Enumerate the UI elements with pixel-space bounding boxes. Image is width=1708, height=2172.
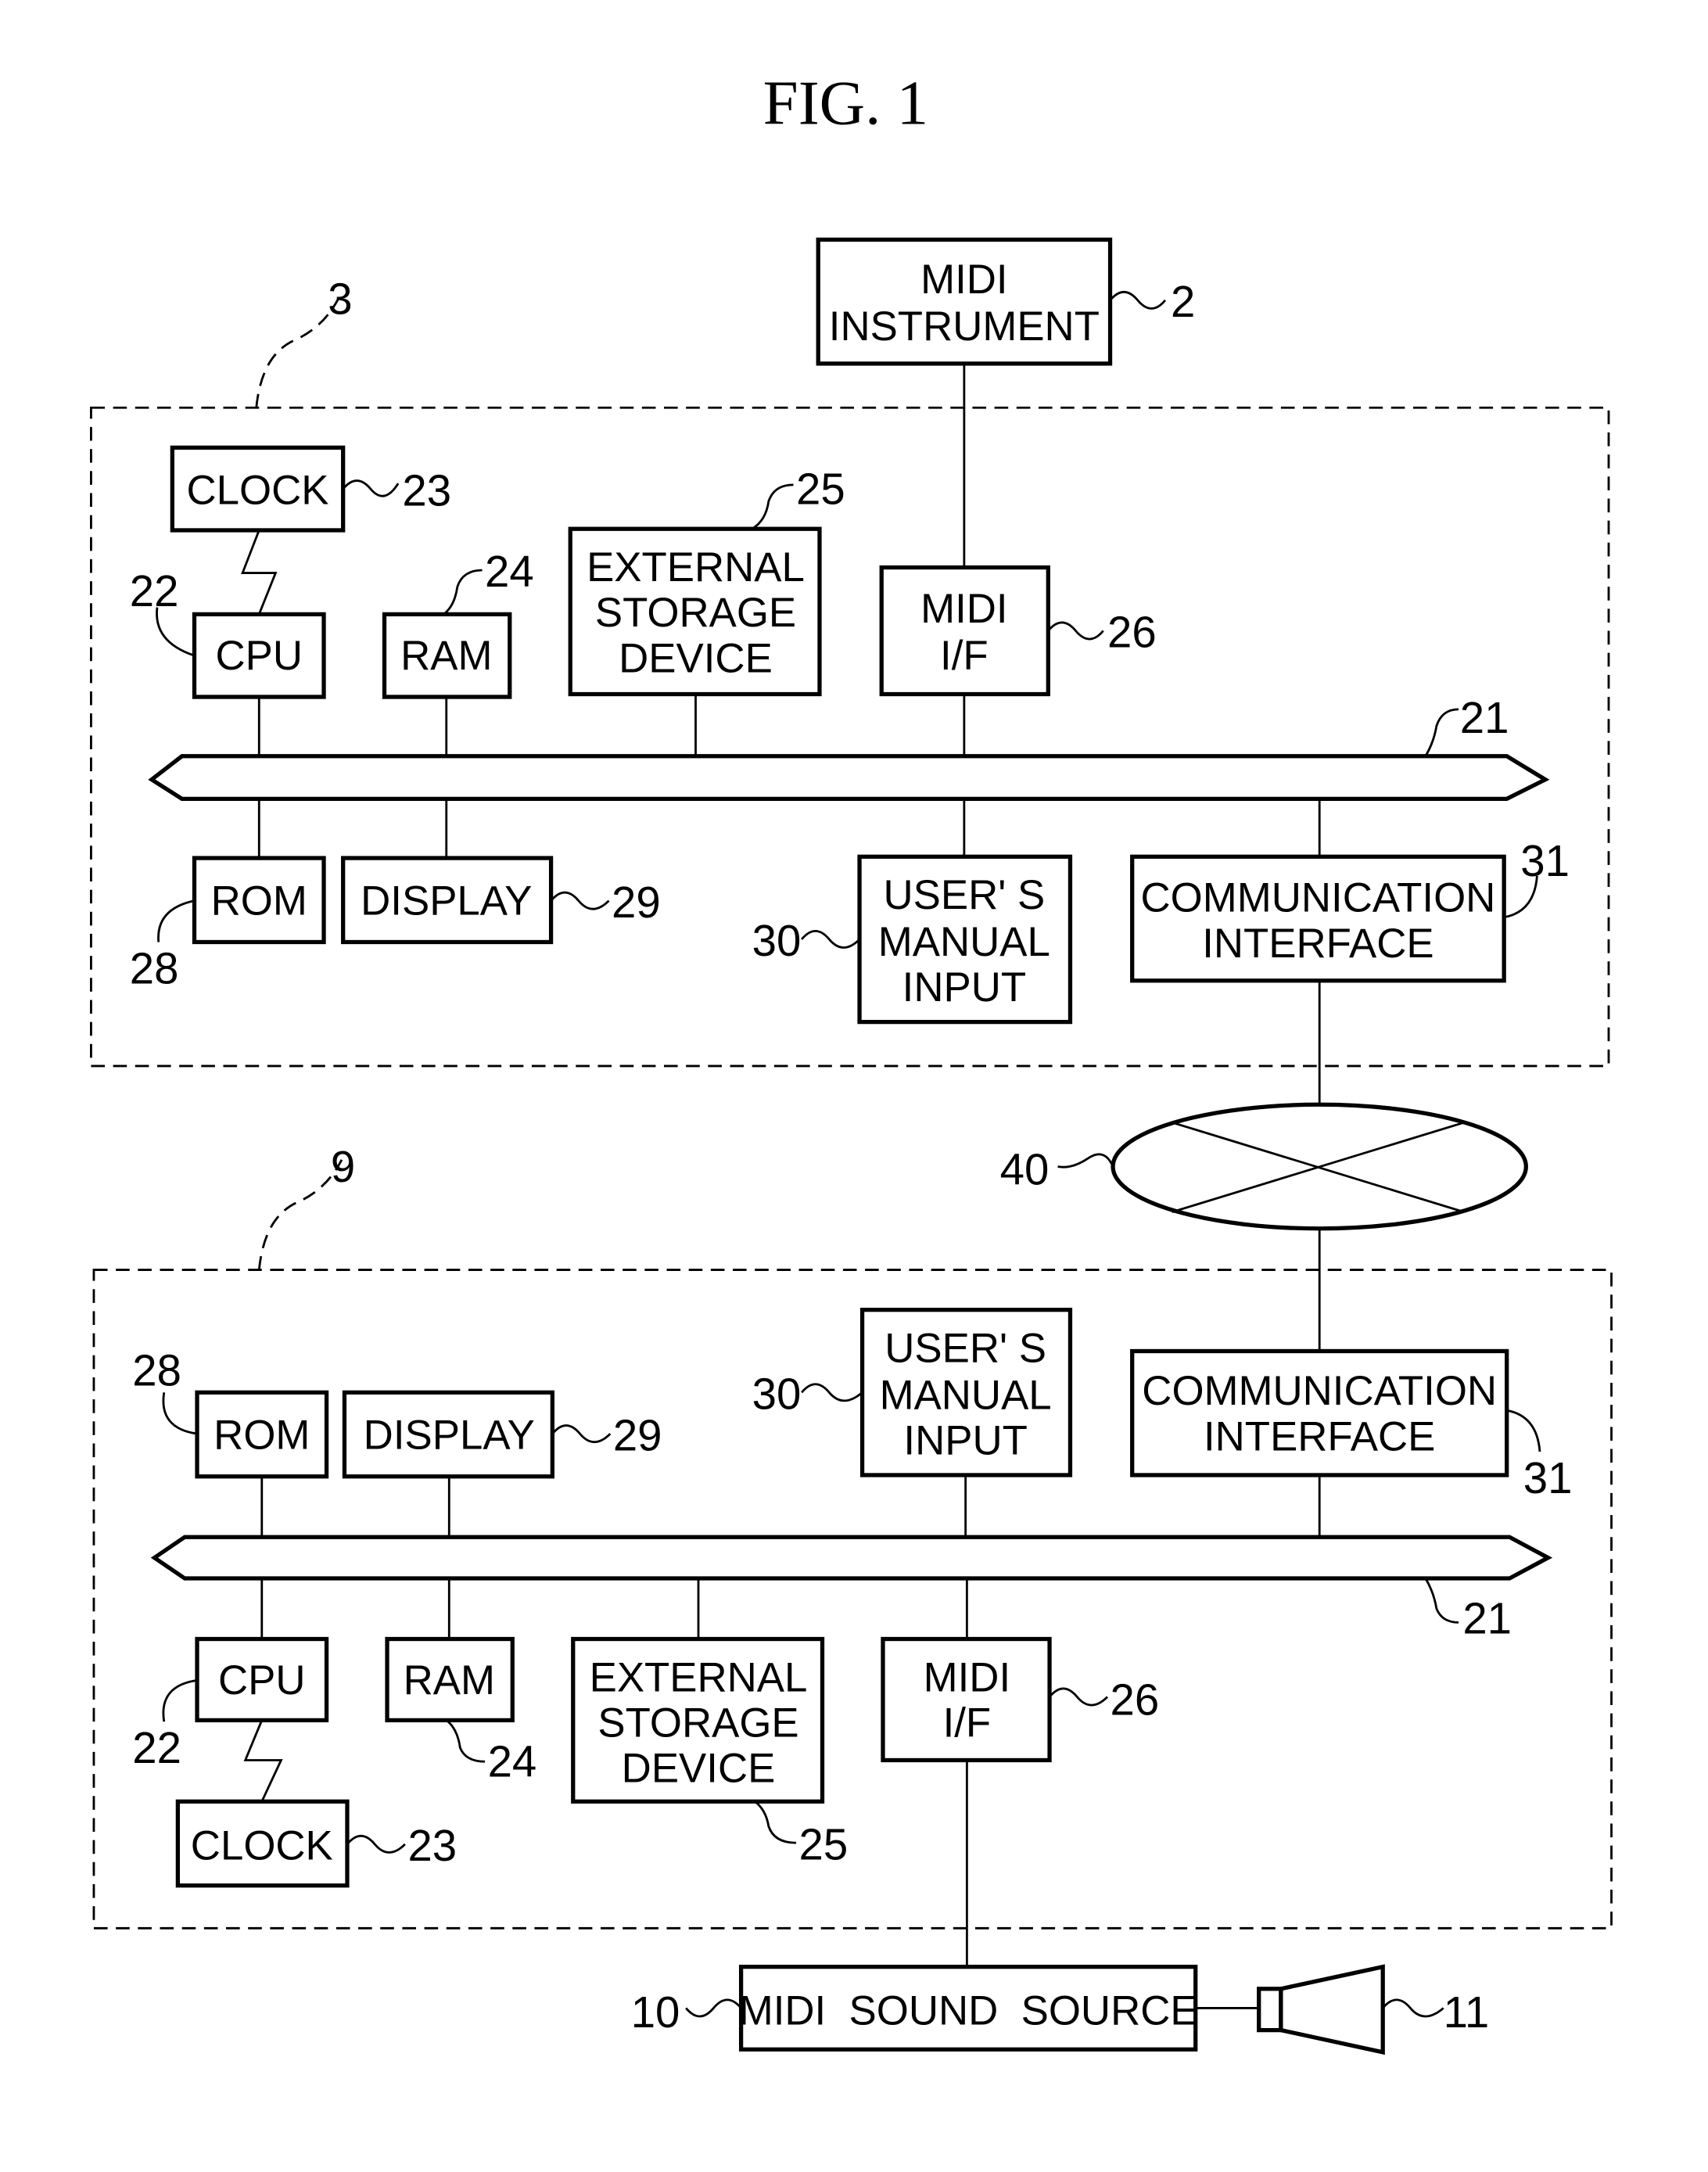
ref-11: 11 xyxy=(1444,1987,1490,2037)
ref-26: 26 xyxy=(1111,1675,1160,1724)
clock-label: CLOCK xyxy=(191,1822,333,1869)
comm-line-1: COMMUNICATION xyxy=(1141,875,1496,921)
rom-label: ROM xyxy=(211,878,307,924)
manual-input-line-3: INPUT xyxy=(902,964,1026,1011)
comm-line-1: COMMUNICATION xyxy=(1142,1368,1497,1414)
ref-2: 2 xyxy=(1171,277,1195,326)
ref-22: 22 xyxy=(130,566,179,616)
midi-if-line-1: MIDI xyxy=(920,586,1007,632)
ref-23: 23 xyxy=(407,1821,457,1870)
storage-line-3: DEVICE xyxy=(622,1746,776,1792)
ref-24: 24 xyxy=(488,1737,537,1786)
storage-line-2: STORAGE xyxy=(595,590,796,636)
device-9: 9 ROM 28 DISPLAY 29 USER' S MANUAL INPUT… xyxy=(92,1142,1613,1967)
comm-line-2: INTERFACE xyxy=(1202,921,1434,967)
midi-instrument-line-2: INSTRUMENT xyxy=(829,303,1100,350)
storage-line-1: EXTERNAL xyxy=(590,1654,808,1700)
block-diagram: FIG. 1 MIDI INSTRUMENT 2 3 CLOCK 23 CPU … xyxy=(90,67,1613,2055)
ref-24: 24 xyxy=(485,547,534,596)
ref-28: 28 xyxy=(130,943,179,993)
ref-9: 9 xyxy=(331,1142,355,1191)
manual-input-line-2: MANUAL xyxy=(880,1372,1052,1418)
sound-source-label: MIDI SOUND SOURCE xyxy=(739,1988,1198,2034)
display-label: DISPLAY xyxy=(364,1413,535,1459)
network-40: 40 xyxy=(1000,1102,1528,1231)
midi-instrument-block: MIDI INSTRUMENT 2 xyxy=(816,237,1195,366)
bus-21-bottom xyxy=(150,1535,1553,1581)
manual-input-line-1: USER' S xyxy=(884,872,1046,918)
ref-28: 28 xyxy=(132,1346,181,1395)
midi-if-line-1: MIDI xyxy=(924,1654,1010,1700)
bus-21-top xyxy=(148,754,1550,801)
ref-30: 30 xyxy=(752,916,802,965)
display-label: DISPLAY xyxy=(361,878,532,924)
speaker-icon: 11 xyxy=(1257,1964,1490,2055)
manual-input-line-1: USER' S xyxy=(884,1326,1046,1372)
ram-label: RAM xyxy=(400,633,492,679)
ref-25: 25 xyxy=(796,465,845,514)
ref-25: 25 xyxy=(799,1819,849,1869)
ref-29: 29 xyxy=(613,1410,662,1459)
rom-label: ROM xyxy=(214,1413,310,1459)
cpu-label: CPU xyxy=(218,1657,306,1703)
figure-title: FIG. 1 xyxy=(763,67,929,138)
clock-label: CLOCK xyxy=(187,468,329,514)
midi-if-line-2: I/F xyxy=(940,633,989,679)
manual-input-line-2: MANUAL xyxy=(878,919,1050,965)
device-3: 3 CLOCK 23 CPU 22 RAM 24 EXTERNAL STORAG… xyxy=(90,274,1610,1068)
ref-22: 22 xyxy=(132,1723,181,1772)
ref-31: 31 xyxy=(1523,1453,1573,1502)
ref-29: 29 xyxy=(612,878,661,927)
storage-line-3: DEVICE xyxy=(619,635,773,681)
ram-label: RAM xyxy=(404,1657,495,1703)
ref-40: 40 xyxy=(1000,1144,1050,1194)
midi-sound-source-block: MIDI SOUND SOURCE 10 xyxy=(631,1964,1198,2052)
cpu-label: CPU xyxy=(216,633,303,679)
midi-if-line-2: I/F xyxy=(943,1700,992,1747)
storage-line-1: EXTERNAL xyxy=(587,544,805,591)
storage-line-2: STORAGE xyxy=(597,1700,798,1747)
ref-23: 23 xyxy=(402,465,451,515)
ref-10: 10 xyxy=(631,1987,680,2037)
ref-30: 30 xyxy=(752,1369,802,1418)
ref-31: 31 xyxy=(1520,836,1570,885)
manual-input-line-3: INPUT xyxy=(903,1418,1027,1464)
midi-instrument-line-1: MIDI xyxy=(920,257,1007,303)
ref-26: 26 xyxy=(1107,608,1157,657)
ref-3: 3 xyxy=(328,274,352,323)
ref-21: 21 xyxy=(1460,693,1509,742)
comm-line-2: INTERFACE xyxy=(1204,1413,1435,1459)
ref-21: 21 xyxy=(1462,1593,1512,1642)
